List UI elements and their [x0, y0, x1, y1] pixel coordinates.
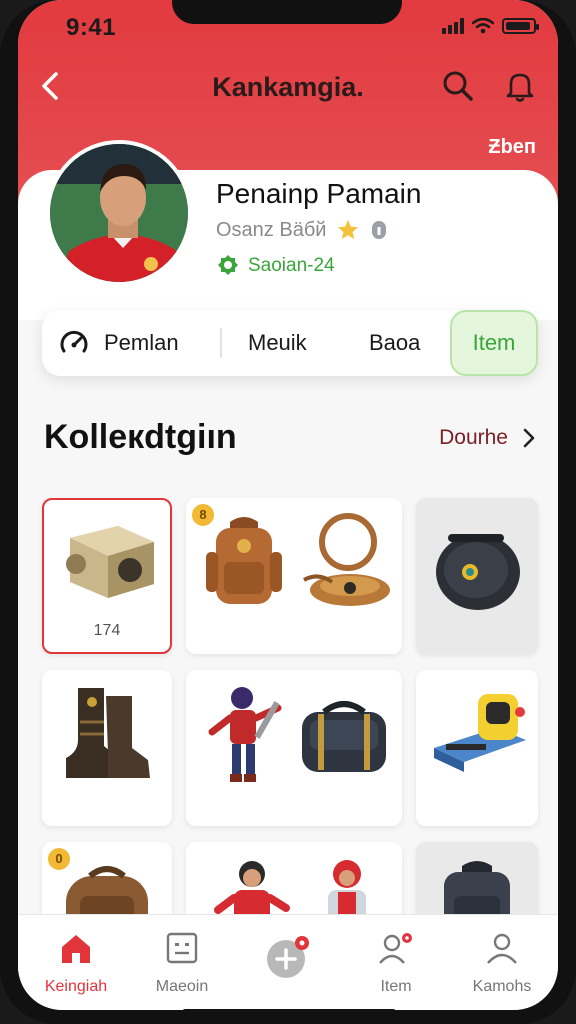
see-all-link[interactable]: Dourhe — [439, 426, 536, 450]
tab-item[interactable]: Item — [450, 310, 538, 376]
speed-icon — [60, 330, 88, 353]
bottom-navigation: Keingiah Maeoin Item Kamohs — [18, 914, 558, 1010]
satchel-item — [303, 513, 390, 606]
collection-title: Kolleкdtgiın — [44, 418, 237, 456]
tab-label: Item — [472, 330, 516, 355]
tab-meuik[interactable]: Meuik — [248, 310, 307, 376]
signal-icon — [442, 18, 464, 34]
wifi-icon — [472, 18, 494, 34]
nav-profile-card[interactable]: Maeoin — [142, 931, 222, 996]
duffel-item — [302, 701, 386, 772]
notification-button[interactable] — [500, 66, 540, 106]
status-icons — [442, 18, 539, 34]
tab-label: Pemlan — [104, 330, 179, 355]
tab-label: Baoa — [369, 330, 421, 355]
nav-home[interactable]: Keingiah — [36, 931, 116, 996]
nav-user[interactable]: Kamohs — [462, 931, 542, 996]
case-item — [436, 534, 520, 610]
profile-tabs: Pemlan Meuik Baoa Item — [42, 310, 538, 376]
status-time: 9:41 — [66, 14, 117, 41]
player-season: Saoian-24 — [248, 255, 335, 276]
gear-block-item — [66, 526, 154, 598]
edit-profile-link[interactable]: Ƶbeп — [488, 136, 536, 159]
device-notch — [172, 0, 402, 24]
item-count: 174 — [93, 622, 121, 639]
badge-icon — [218, 255, 238, 275]
nav-label: Kamohs — [472, 978, 532, 995]
add-icon — [267, 936, 309, 978]
item-card[interactable]: 174 — [42, 498, 172, 654]
figure-item — [208, 687, 282, 782]
star-icon — [338, 220, 359, 239]
search-icon — [443, 71, 473, 101]
battery-icon — [502, 18, 539, 34]
user-icon — [487, 933, 517, 964]
item-card[interactable] — [416, 670, 538, 826]
nav-label: Maeoin — [155, 978, 209, 995]
info-icon — [372, 221, 387, 239]
item-card[interactable] — [42, 670, 172, 826]
tab-baoa[interactable]: Baoa — [369, 310, 420, 376]
device-item — [434, 694, 526, 772]
tab-label: Meuik — [248, 330, 307, 355]
player-subtitle: Osanz Bäбй — [216, 218, 327, 241]
nav-label: Keingiah — [44, 978, 108, 995]
item-card[interactable] — [186, 670, 402, 826]
tab-divider — [220, 328, 222, 358]
search-button[interactable] — [438, 66, 478, 106]
bell-icon — [506, 73, 534, 102]
player-name: Penainp Pamain — [216, 178, 422, 209]
phone-frame: 9:41 Kankamgia. Ƶbeп Penainp Pamain Osan… — [0, 0, 576, 1024]
player-season-row: Saoian-24 — [216, 254, 335, 278]
item-icon — [379, 933, 412, 964]
nav-add-button[interactable] — [248, 935, 328, 984]
backpack-item — [206, 517, 282, 604]
home-indicator — [182, 1009, 396, 1010]
home-icon — [62, 935, 90, 963]
tab-pemlan[interactable]: Pemlan — [58, 310, 179, 376]
nav-item[interactable]: Item — [356, 931, 436, 996]
profile-card-icon — [166, 932, 198, 964]
item-card[interactable] — [416, 498, 538, 654]
app-screen: 9:41 Kankamgia. Ƶbeп Penainp Pamain Osan… — [18, 0, 558, 1010]
see-all-label: Dourhe — [439, 426, 508, 449]
chevron-right-icon — [523, 428, 535, 448]
nav-label: Item — [380, 978, 412, 995]
item-card[interactable]: 8 — [186, 498, 402, 654]
boots-item — [66, 688, 150, 778]
player-subtitle-row: Osanz Bäбй — [216, 218, 388, 242]
player-avatar[interactable] — [46, 140, 192, 286]
top-bar: Kankamgia. — [18, 58, 558, 114]
